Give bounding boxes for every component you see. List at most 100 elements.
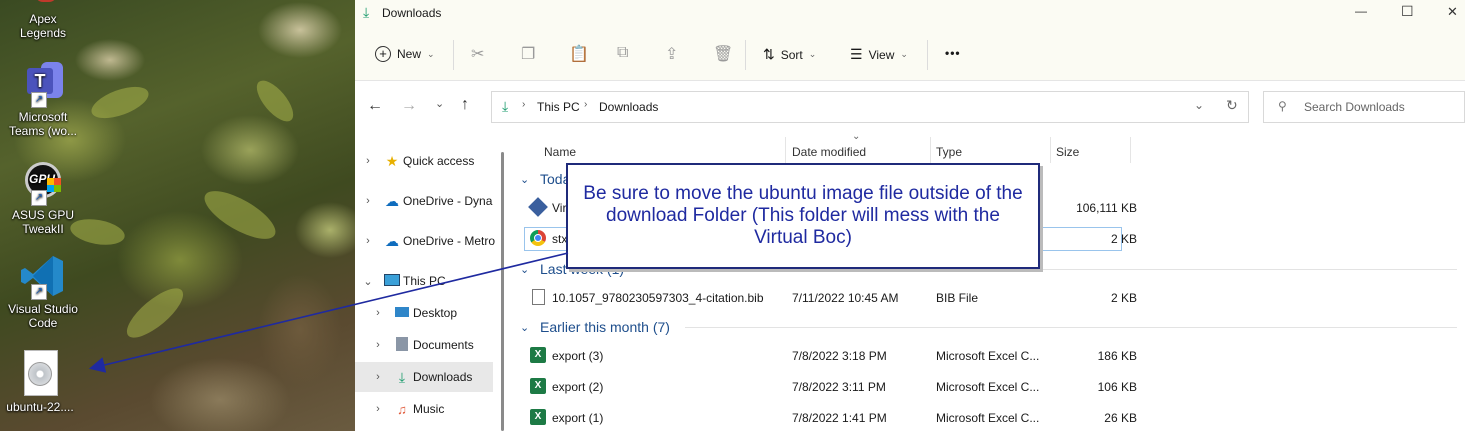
rename-icon[interactable]: ⧉ [617,44,628,62]
desktop-icon-gpu-tweak[interactable]: GPU ↗ ASUS GPU TweakII [3,158,83,236]
desktop-icon-ubuntu-iso[interactable]: ubuntu-22.... [0,350,80,414]
group-header-earlier-this-month[interactable]: ⌄ Earlier this month (7) [520,316,670,338]
sort-button[interactable]: ⇅ Sort ⌄ [763,46,816,63]
view-button[interactable]: ☰ View ⌄ [850,46,908,63]
column-header-date[interactable]: Date modified [792,141,866,163]
nav-item-label: Documents [413,338,474,352]
nav-item-desktop[interactable]: › Desktop [355,298,505,328]
downloads-icon: ⤓ [363,4,370,20]
up-button[interactable]: ↑ [461,96,469,114]
sort-icon: ⇅ [763,46,775,62]
group-divider [685,327,1457,328]
share-icon[interactable]: ⇪ [665,44,678,64]
desktop-icon-teams[interactable]: T ↗ Microsoft Teams (wo... [3,60,83,138]
refresh-button[interactable]: ↻ [1226,97,1238,114]
forward-button[interactable]: → [401,97,417,115]
foliage [119,280,191,346]
title-bar[interactable]: ⤓ Downloads — ☐ ✕ [355,0,1465,28]
file-name: export (1) [552,411,604,425]
file-row[interactable]: X export (3) 7/8/2022 3:18 PM Microsoft … [526,343,1465,369]
excel-icon: X [530,347,546,363]
foliage [87,80,153,125]
column-divider [1130,137,1131,163]
column-header-size[interactable]: Size [1056,141,1079,163]
documents-icon [391,336,413,354]
column-header-type[interactable]: Type [936,141,962,163]
nav-item-downloads[interactable]: › ⤓ Downloads [355,362,493,392]
search-box[interactable]: ⚲ Search Downloads [1263,91,1465,123]
chevron-down-icon: ⌄ [427,48,435,59]
new-button-label: New [397,47,422,61]
recent-locations-button[interactable]: ⌄ [435,97,444,110]
maximize-button[interactable]: ☐ [1401,3,1414,20]
cut-icon[interactable]: ✂ [471,44,484,64]
nav-item-quick-access[interactable]: › ★ Quick access [355,146,495,176]
file-date: 7/11/2022 10:45 AM [792,291,899,305]
group-header-today[interactable]: ⌄ Toda [520,168,570,190]
see-more-button[interactable]: ••• [945,46,961,60]
chevron-right-icon: › [366,195,370,207]
new-button[interactable]: + New ⌄ [375,46,435,62]
file-type: Microsoft Excel C... [936,349,1040,363]
group-divider [745,269,1457,270]
toolbar-divider [745,40,746,70]
group-label: Earlier this month (7) [540,319,670,335]
delete-icon[interactable]: 🗑 [713,44,733,64]
view-button-label: View [868,47,895,62]
star-icon: ★ [385,152,399,169]
cloud-icon: ☁ [385,232,399,249]
nav-item-label: Music [413,402,445,416]
desktop-icon-vscode[interactable]: ↗ Visual Studio Code [3,252,83,330]
paste-icon[interactable]: 📋 [569,44,589,64]
column-header-name[interactable]: Name [544,141,576,163]
breadcrumb-separator-icon: › [584,99,588,110]
desktop-icon-apex[interactable]: Apex Legends [3,0,83,40]
copy-icon[interactable]: ❐ [521,44,535,64]
shortcut-arrow-icon: ↗ [31,190,47,206]
excel-icon: X [530,409,546,425]
search-icon: ⚲ [1278,99,1287,113]
file-row[interactable]: X export (2) 7/8/2022 3:11 PM Microsoft … [526,374,1465,400]
file-row[interactable]: 10.1057_9780230597303_4-citation.bib 7/1… [526,285,1465,311]
callout-text: Be sure to move the ubuntu image file ou… [583,183,1023,248]
desktop-icon-label: Apex Legends [19,12,67,40]
disc-image-icon [16,350,64,398]
breadcrumb-this-pc[interactable]: This PC [537,100,580,114]
address-bar[interactable]: ⤓ › This PC › Downloads ⌄ ↻ [491,91,1249,123]
music-icon: ♫ [397,401,407,417]
back-button[interactable]: ← [367,97,383,115]
minimize-button[interactable]: — [1355,4,1367,18]
file-size: 106 KB [1097,380,1137,394]
chevron-down-icon: ⌄ [900,49,908,59]
annotation-callout: Be sure to move the ubuntu image file ou… [566,163,1040,269]
nav-item-documents[interactable]: › Documents [355,330,505,360]
view-icon: ☰ [850,46,863,62]
desktop-folder-icon [391,306,413,320]
nav-item-label: This PC [403,274,446,288]
desktop-icon-label: Visual Studio Code [8,302,78,330]
gpu-tweak-icon: GPU ↗ [19,158,67,206]
address-history-chevron-icon[interactable]: ⌄ [1194,98,1204,112]
nav-item-onedrive-dyna[interactable]: › ☁ OneDrive - Dyna [355,186,495,216]
nav-item-label: OneDrive - Metro [403,234,495,248]
nav-item-this-pc[interactable]: ⌄ This PC [355,266,495,296]
chevron-right-icon: › [376,403,380,415]
nav-item-onedrive-metro[interactable]: › ☁ OneDrive - Metro [355,226,495,256]
file-row[interactable]: X export (1) 7/8/2022 1:41 PM Microsoft … [526,405,1465,431]
breadcrumb-downloads[interactable]: Downloads [599,100,658,114]
column-divider [785,137,786,163]
nav-item-label: OneDrive - Dyna [403,194,493,208]
chevron-down-icon: ⌄ [520,173,530,186]
chevron-right-icon: › [376,307,380,319]
plus-icon: + [375,46,391,62]
close-button[interactable]: ✕ [1447,4,1458,20]
desktop-background: Apex Legends T ↗ Microsoft Teams (wo... … [0,0,355,431]
foliage [250,74,300,128]
column-divider [1050,137,1051,163]
nav-item-music[interactable]: › ♫ Music [355,394,505,424]
chevron-down-icon: ⌄ [520,321,530,334]
excel-icon: X [530,378,546,394]
desktop-icon-label: ASUS GPU TweakII [11,208,74,236]
file-name: export (3) [552,349,604,363]
nav-scrollbar[interactable] [501,152,504,431]
